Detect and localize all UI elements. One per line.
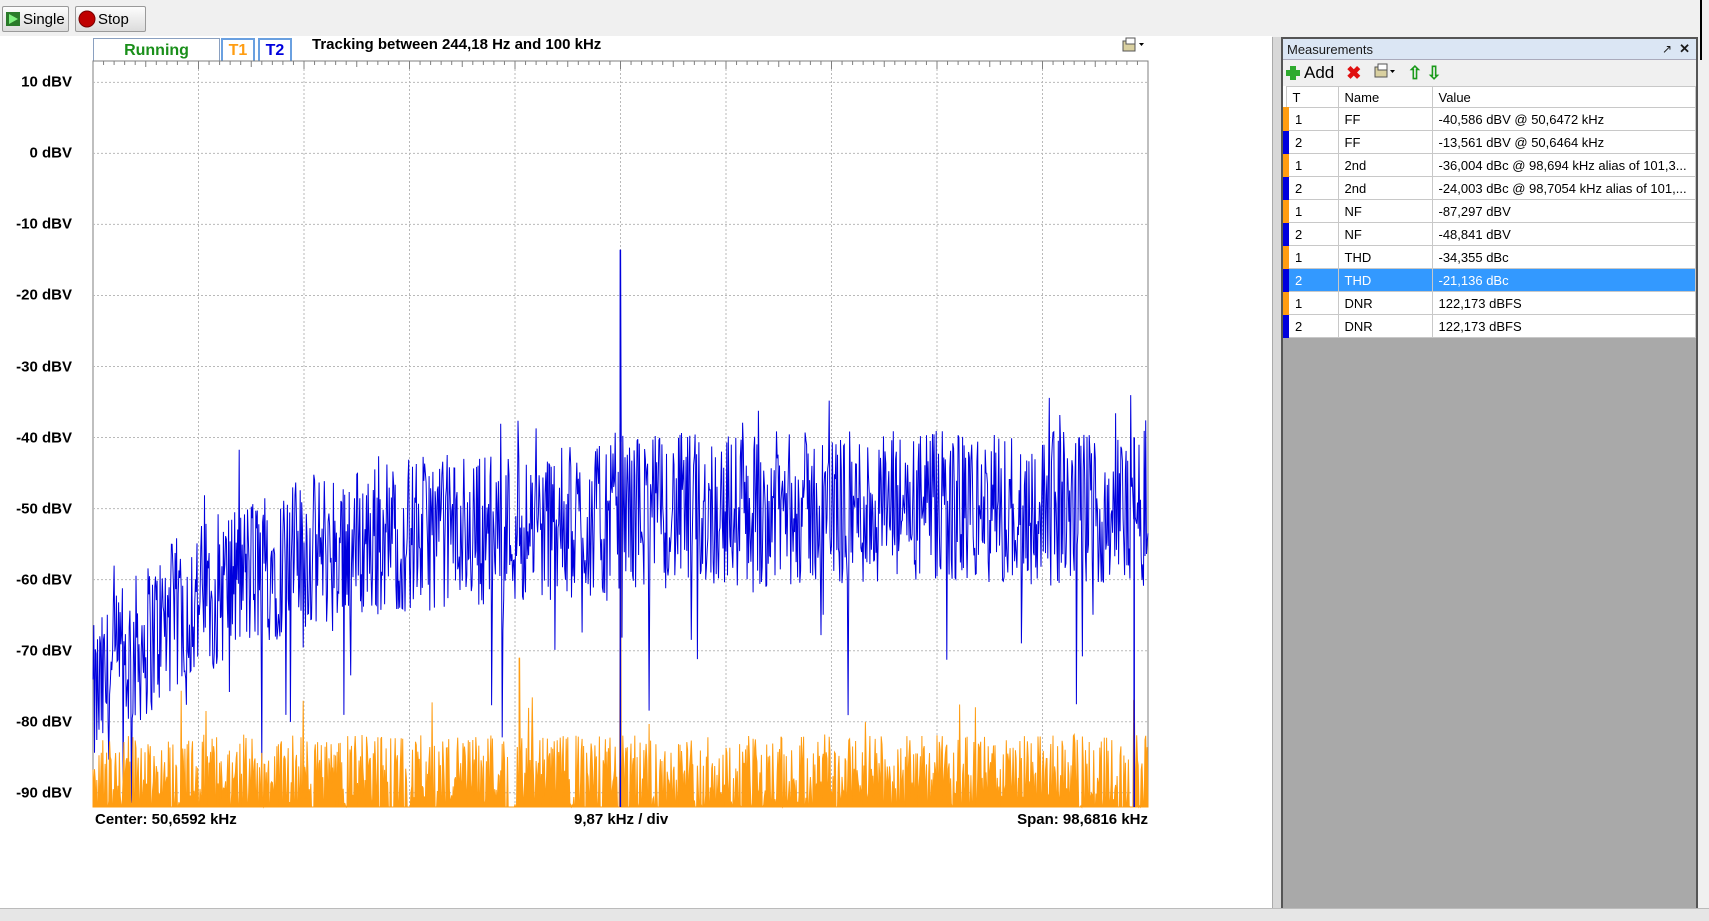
trace-cell: 2 [1283,314,1339,338]
single-label: Single [23,10,65,28]
pin-icon[interactable]: ↗ [1662,42,1672,56]
plus-icon [1286,66,1300,80]
add-label: Add [1304,63,1335,82]
measurement-name-cell: 2nd [1337,176,1433,200]
measurement-name-cell: NF [1337,222,1433,246]
table-row[interactable]: 2 DNR 122,173 dBFS [1283,314,1696,338]
measurement-value-cell: 122,173 dBFS [1431,291,1696,315]
table-row[interactable]: 1 NF -87,297 dBV [1283,199,1696,223]
measurement-name-cell: THD [1337,245,1433,269]
trace-cell: 1 [1283,153,1339,177]
measurement-name-cell: FF [1337,107,1433,131]
measurement-name-cell: 2nd [1337,153,1433,177]
trace-cell: 1 [1283,245,1339,269]
center-frequency: Center: 50,6592 kHz [95,811,237,828]
measurement-value-cell: -13,561 dBV @ 50,6464 kHz [1431,130,1696,154]
column-header-t[interactable]: T [1285,86,1339,108]
settings-icon[interactable] [1373,63,1397,84]
single-run-icon [6,12,20,26]
column-header-value[interactable]: Value [1431,86,1696,108]
measurement-value-cell: -34,355 dBc [1431,245,1696,269]
trace-cell: 1 [1283,107,1339,131]
table-row[interactable]: 2 FF -13,561 dBV @ 50,6464 kHz [1283,130,1696,154]
close-icon[interactable]: ✕ [1679,41,1690,57]
measurement-value-cell: -36,004 dBc @ 98,694 kHz alias of 101,3.… [1431,153,1696,177]
division-scale: 9,87 kHz / div [574,811,669,828]
measurement-name-cell: THD [1337,268,1433,292]
measurements-panel: Measurements ↗ ✕ Add ✖ ⇧ ⇩ T Name Value … [1281,37,1698,912]
right-edge-panel [1698,37,1709,912]
column-header-name[interactable]: Name [1337,86,1433,108]
move-up-icon[interactable]: ⇧ [1407,63,1422,84]
stop-button[interactable]: Stop [75,6,146,32]
measurement-value-cell: -21,136 dBc [1431,268,1696,292]
measurement-name-cell: FF [1337,130,1433,154]
measurement-value-cell: -48,841 dBV [1431,222,1696,246]
status-bar [0,908,1709,921]
measurement-name-cell: NF [1337,199,1433,223]
trace-cell: 2 [1283,176,1339,200]
measurement-value-cell: -40,586 dBV @ 50,6472 kHz [1431,107,1696,131]
single-button[interactable]: Single [2,6,69,32]
edge-frame [1700,0,1709,60]
span-frequency: Span: 98,6816 kHz [1017,811,1148,828]
measurement-name-cell: DNR [1337,291,1433,315]
trace-cell: 2 [1283,222,1339,246]
measurement-value-cell: -24,003 dBc @ 98,7054 kHz alias of 101,.… [1431,176,1696,200]
measurements-table: T Name Value 1 FF -40,586 dBV @ 50,6472 kH… [1283,86,1696,338]
delete-icon[interactable]: ✖ [1346,63,1361,84]
spectrum-panel: Running T1 T2 Tracking between 244,18 Hz… [0,36,1272,908]
measurements-title: Measurements [1287,41,1373,57]
measurements-toolbar: Add ✖ ⇧ ⇩ [1283,60,1696,86]
stop-icon [78,10,96,28]
measurement-value-cell: 122,173 dBFS [1431,314,1696,338]
measurements-title-bar: Measurements ↗ ✕ [1283,39,1696,60]
table-row[interactable]: 1 FF -40,586 dBV @ 50,6472 kHz [1283,107,1696,131]
spectrum-chart[interactable] [0,36,1272,908]
trace-cell: 2 [1283,268,1339,292]
move-down-icon[interactable]: ⇩ [1426,63,1441,84]
table-row[interactable]: 2 NF -48,841 dBV [1283,222,1696,246]
trace-cell: 1 [1283,199,1339,223]
table-row[interactable]: 1 THD -34,355 dBc [1283,245,1696,269]
measurement-value-cell: -87,297 dBV [1431,199,1696,223]
table-row[interactable]: 1 DNR 122,173 dBFS [1283,291,1696,315]
trace-cell: 2 [1283,130,1339,154]
add-measurement-button[interactable]: Add [1285,63,1334,83]
table-row[interactable]: 2 THD -21,136 dBc [1283,268,1696,292]
measurement-name-cell: DNR [1337,314,1433,338]
table-row[interactable]: 1 2nd -36,004 dBc @ 98,694 kHz alias of 10… [1283,153,1696,177]
trace-cell: 1 [1283,291,1339,315]
stop-label: Stop [98,10,129,28]
table-row[interactable]: 2 2nd -24,003 dBc @ 98,7054 kHz alias of 1… [1283,176,1696,200]
